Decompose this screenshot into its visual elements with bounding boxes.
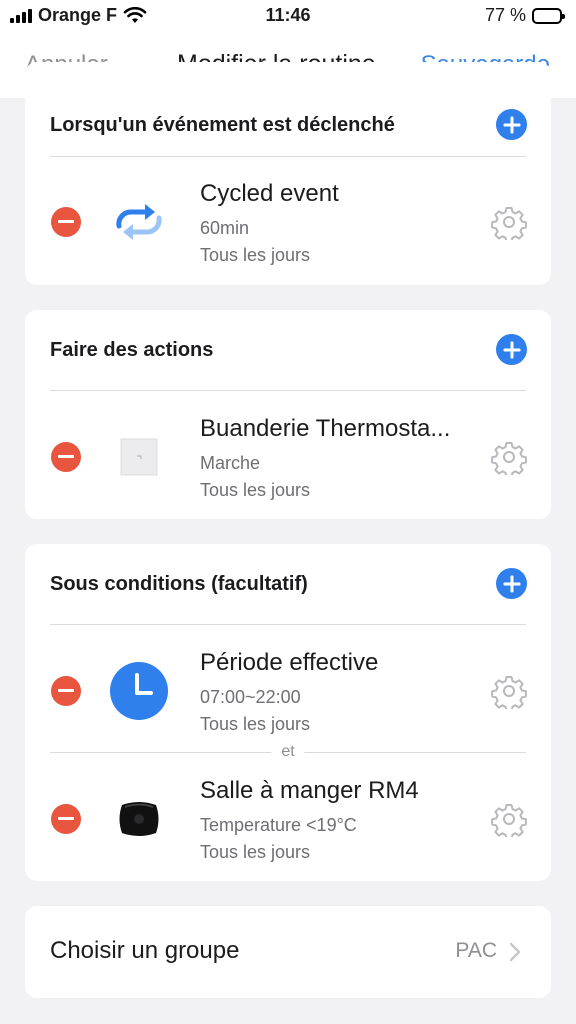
- rm4-device-icon: [109, 789, 169, 849]
- trigger-item-title: Cycled event: [200, 180, 339, 207]
- conditions-section-title: Sous conditions (facultatif): [50, 573, 308, 595]
- condition-item[interactable]: Période effective 07:00~22:00 Tous les j…: [25, 633, 551, 743]
- trigger-item[interactable]: Cycled event 60min Tous les jours: [25, 164, 551, 274]
- condition-item[interactable]: Salle à manger RM4 Temperature <19°C Tou…: [25, 761, 551, 871]
- add-trigger-button[interactable]: [496, 109, 527, 140]
- battery-icon: [532, 7, 565, 24]
- condition-item-detail: 07:00~22:00: [200, 687, 301, 707]
- condition-item-schedule: Tous les jours: [200, 842, 311, 862]
- gear-icon[interactable]: [491, 673, 527, 709]
- chevron-right-icon: [509, 942, 521, 962]
- gear-icon[interactable]: [491, 439, 527, 475]
- group-selector[interactable]: Choisir un groupe PAC: [25, 906, 551, 998]
- condition-item-detail: Temperature <19°C: [200, 815, 357, 835]
- separator-label: et: [271, 743, 305, 761]
- add-condition-button[interactable]: [496, 568, 527, 599]
- trigger-item-schedule: Tous les jours: [200, 245, 311, 265]
- clock-icon: [109, 661, 169, 721]
- divider: [50, 624, 526, 625]
- condition-item-schedule: Tous les jours: [200, 714, 311, 734]
- remove-condition-button[interactable]: [51, 676, 81, 706]
- add-action-button[interactable]: [496, 334, 527, 365]
- conditions-section-header: Sous conditions (facultatif): [25, 557, 551, 612]
- trigger-section-title: Lorsqu'un événement est déclenché: [50, 114, 395, 136]
- battery-group: 77 %: [484, 5, 565, 26]
- actions-section: Faire des actions Buanderie Thermosta...…: [25, 310, 551, 519]
- trigger-section-header: Lorsqu'un événement est déclenché: [25, 98, 551, 153]
- condition-item-title: Salle à manger RM4: [200, 777, 419, 804]
- divider: [50, 156, 526, 157]
- conditions-section: Sous conditions (facultatif) Période eff…: [25, 544, 551, 881]
- actions-section-header: Faire des actions: [25, 323, 551, 378]
- status-bar: Orange F 11:46 77 %: [0, 0, 576, 34]
- group-value: PAC: [455, 939, 497, 962]
- condition-separator: et: [50, 743, 526, 761]
- remove-condition-button[interactable]: [51, 804, 81, 834]
- cycle-icon: [109, 192, 169, 252]
- trigger-item-detail: 60min: [200, 218, 250, 238]
- gear-icon[interactable]: [491, 801, 527, 837]
- divider: [50, 390, 526, 391]
- gear-icon[interactable]: [491, 204, 527, 240]
- trigger-section: Lorsqu'un événement est déclenché Cycled…: [25, 62, 551, 285]
- action-item-schedule: Tous les jours: [200, 480, 311, 500]
- battery-percent: 77 %: [484, 5, 526, 25]
- action-item-detail: Marche: [200, 453, 261, 473]
- action-item-title: Buanderie Thermosta...: [200, 415, 451, 442]
- remove-trigger-button[interactable]: [51, 207, 81, 237]
- remove-action-button[interactable]: [51, 442, 81, 472]
- thermostat-device-icon: [109, 427, 169, 487]
- group-label: Choisir un groupe: [50, 937, 240, 964]
- action-item[interactable]: Buanderie Thermosta... Marche Tous les j…: [25, 399, 551, 509]
- condition-item-title: Période effective: [200, 649, 379, 676]
- actions-section-title: Faire des actions: [50, 339, 214, 361]
